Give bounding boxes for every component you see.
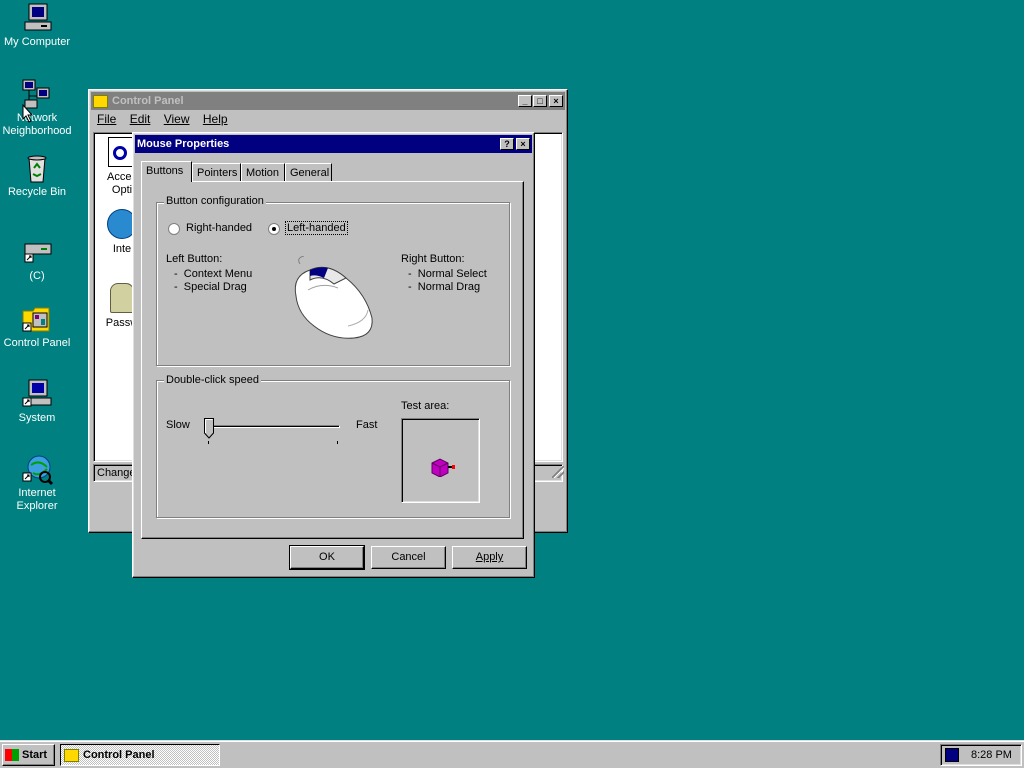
- status-text: Change: [97, 467, 136, 479]
- right-button-heading: Right Button:: [401, 253, 465, 265]
- windows-logo-icon: [5, 749, 19, 762]
- jack-in-the-box-icon: [431, 458, 455, 477]
- desktop-icon-control-panel[interactable]: Control Panel: [1, 303, 73, 350]
- clock[interactable]: 8:28 PM: [971, 749, 1012, 761]
- dialog-title: Mouse Properties: [137, 138, 230, 150]
- my-computer-icon: [21, 2, 53, 34]
- minimize-button[interactable]: _: [518, 95, 532, 107]
- recycle-bin-icon: [21, 152, 53, 184]
- double-click-slider[interactable]: [204, 418, 344, 444]
- mouse-properties-dialog[interactable]: Mouse Properties ? × Buttons Pointers Mo…: [132, 132, 535, 578]
- left-handed-label: Left-handed: [285, 221, 348, 235]
- mouse-properties-titlebar[interactable]: Mouse Properties ? ×: [135, 135, 532, 153]
- desktop-icon-label: Recycle Bin: [7, 186, 67, 198]
- system-icon: [21, 378, 53, 410]
- right-handed-label: Right-handed: [186, 222, 253, 234]
- mouse-cursor-icon: [22, 104, 34, 123]
- mouse-illustration-icon: [294, 256, 373, 339]
- tab-buttons[interactable]: Buttons: [141, 161, 192, 182]
- start-label: Start: [22, 749, 48, 761]
- tab-motion[interactable]: Motion: [241, 163, 285, 181]
- taskbar: Start Control Panel 8:28 PM: [0, 740, 1024, 768]
- slider-track: [204, 425, 340, 428]
- internet-explorer-icon: [21, 453, 54, 486]
- left-handed-radio-circle[interactable]: [268, 223, 280, 235]
- slider-tick: [337, 441, 338, 444]
- tray-display-icon[interactable]: [945, 748, 959, 762]
- taskbar-button-control-panel[interactable]: Control Panel: [60, 744, 220, 766]
- desktop-icon-system[interactable]: System: [1, 378, 73, 425]
- left-handed-radio[interactable]: Left-handed: [268, 221, 368, 236]
- cancel-button[interactable]: Cancel: [371, 546, 446, 569]
- slider-tick: [208, 441, 209, 444]
- menu-help[interactable]: Help: [203, 112, 228, 126]
- double-click-speed-label: Double-click speed: [164, 374, 261, 386]
- passwords-keys-icon: [110, 283, 134, 313]
- right-button-item: - Normal Select: [408, 268, 487, 280]
- menu-view[interactable]: View: [164, 112, 190, 126]
- apply-label: Apply: [475, 551, 504, 563]
- desktop-icon-network-neighborhood[interactable]: Network Neighborhood: [1, 78, 73, 138]
- tab-page-buttons: Button configuration Right-handed Left-h…: [141, 181, 524, 539]
- desktop-icon-label: Control Panel: [3, 337, 71, 349]
- tab-strip: Buttons Pointers Motion General: [141, 161, 521, 183]
- tab-pointers[interactable]: Pointers: [192, 163, 241, 181]
- desktop-icon-label: Network Neighborhood: [2, 112, 72, 137]
- maximize-button[interactable]: □: [533, 95, 547, 107]
- desktop-icon-label: My Computer: [3, 36, 71, 48]
- resize-grip-icon[interactable]: [552, 466, 564, 478]
- taskbar-control-panel-label: Control Panel: [83, 749, 155, 761]
- desktop-icon-label: (C): [29, 270, 45, 282]
- system-tray: 8:28 PM: [940, 744, 1022, 766]
- drive-shortcut-icon: [21, 236, 53, 268]
- desktop-icon-internet-explorer[interactable]: Internet Explorer: [1, 453, 73, 513]
- menu-file[interactable]: File: [97, 112, 116, 126]
- control-panel-titlebar[interactable]: Control Panel _ □ ×: [91, 92, 565, 110]
- slider-thumb[interactable]: [204, 418, 214, 439]
- left-button-item: - Context Menu: [174, 268, 253, 280]
- button-configuration-label: Button configuration: [164, 195, 266, 207]
- help-button[interactable]: ?: [500, 138, 514, 150]
- desktop-icon-label: Internet Explorer: [16, 487, 58, 512]
- desktop-icon-recycle-bin[interactable]: Recycle Bin: [1, 152, 73, 199]
- control-panel-title: Control Panel: [112, 95, 184, 107]
- right-handed-radio[interactable]: Right-handed: [168, 222, 268, 236]
- control-panel-menubar: File Edit View Help: [91, 110, 565, 128]
- control-panel-app-icon: [93, 94, 108, 108]
- left-button-item: - Special Drag: [174, 281, 247, 293]
- right-handed-radio-circle[interactable]: [168, 223, 180, 235]
- left-button-heading: Left Button:: [166, 253, 223, 265]
- test-area-box[interactable]: [401, 418, 480, 503]
- desktop-icon-my-computer[interactable]: My Computer: [1, 2, 73, 49]
- apply-button[interactable]: Apply: [452, 546, 527, 569]
- menu-edit[interactable]: Edit: [130, 112, 151, 126]
- desktop-icon-label: System: [18, 412, 56, 424]
- desktop-icon-drive-c[interactable]: (C): [1, 236, 73, 283]
- tab-general[interactable]: General: [285, 163, 332, 181]
- start-button[interactable]: Start: [2, 744, 55, 766]
- right-button-item: - Normal Drag: [408, 281, 481, 293]
- control-panel-folder-icon: [21, 303, 53, 335]
- slow-label: Slow: [166, 419, 190, 431]
- dialog-close-button[interactable]: ×: [516, 138, 530, 150]
- fast-label: Fast: [356, 419, 378, 431]
- close-button[interactable]: ×: [549, 95, 563, 107]
- taskbar-control-panel-icon: [64, 748, 79, 762]
- test-area-label: Test area:: [401, 400, 450, 412]
- ok-button[interactable]: OK: [289, 545, 365, 570]
